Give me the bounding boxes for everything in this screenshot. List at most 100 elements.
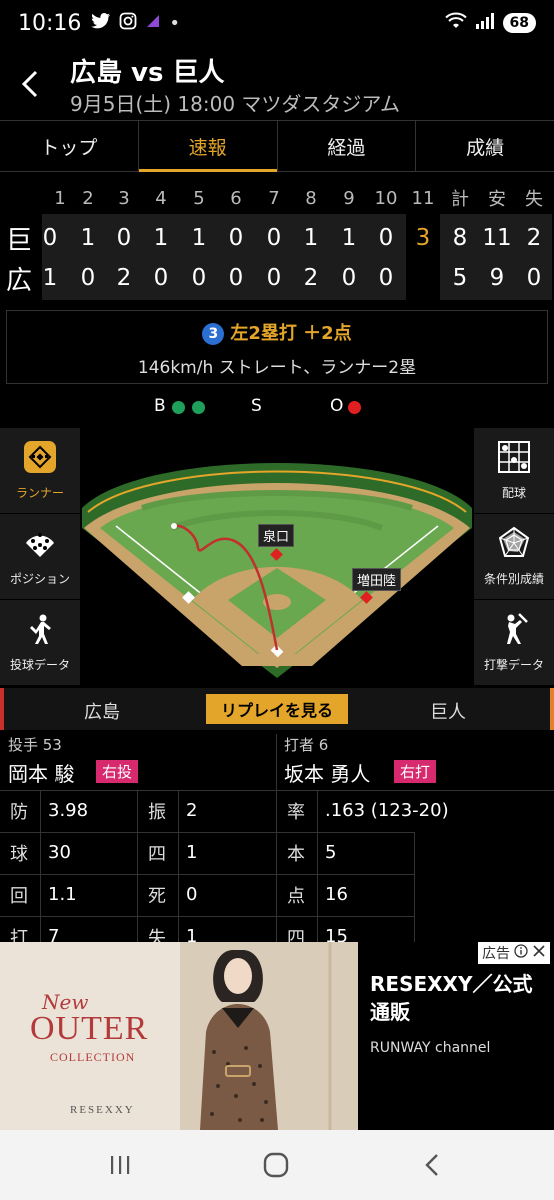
total-hits-header: 安 <box>488 189 506 210</box>
inning-score: 1 <box>341 225 357 251</box>
inning-score: 0 <box>378 265 394 291</box>
play-result: 3 左2塁打 ＋2点 <box>7 319 547 345</box>
radar-chart-icon <box>497 526 531 564</box>
stat-value: .163 (123-20) <box>325 800 449 821</box>
stat-key: 振 <box>148 801 166 823</box>
tab-bar: トップ 速報 経過 成績 <box>0 120 554 172</box>
runner-diamond-icon <box>23 440 57 478</box>
batter-stat-homeruns: 本5 <box>277 832 415 872</box>
runner-view-label: ランナー <box>15 486 64 500</box>
tab-stats[interactable]: 成績 <box>416 121 554 171</box>
stat-key: 四 <box>148 843 166 865</box>
batter-role: 打者 6 <box>284 736 329 754</box>
game-info: 9月5日(土) 18:00 マツダスタジアム <box>70 92 401 116</box>
total-errors: 2 <box>526 225 542 251</box>
batting-data-label: 打撃データ <box>483 658 544 672</box>
batter-order-badge: 3 <box>202 323 225 345</box>
pitch-location-button[interactable]: 配球 <box>474 428 554 514</box>
inning-header: 7 <box>268 187 280 209</box>
position-view-button[interactable]: ポジション <box>0 514 80 600</box>
page-title: 広島 vs 巨人 <box>70 58 225 88</box>
ad-image[interactable]: New OUTER COLLECTION RESEXXY <box>0 942 358 1130</box>
away-team-name[interactable]: 巨人 <box>430 698 466 724</box>
pitch-data-button[interactable]: 投球データ <box>0 600 80 686</box>
back-nav-icon[interactable] <box>412 1148 452 1182</box>
away-team-color <box>550 688 554 730</box>
inning-header: 4 <box>155 187 167 209</box>
pitcher-name[interactable]: 岡本 駿 <box>8 758 74 787</box>
inning-score: 1 <box>153 225 169 251</box>
inning-score: 0 <box>266 225 282 251</box>
tab-live[interactable]: 速報 <box>138 121 278 172</box>
ball-dot <box>172 401 185 414</box>
inning-score: 1 <box>80 225 96 251</box>
inning-score: 0 <box>266 265 282 291</box>
wifi-icon <box>444 12 467 35</box>
recent-apps-icon[interactable] <box>100 1148 140 1182</box>
ball-landing-point <box>171 523 177 529</box>
tab-top[interactable]: トップ <box>0 121 139 171</box>
tab-progress[interactable]: 経過 <box>278 121 417 171</box>
replay-bar: 広島 リプレイを見る 巨人 <box>0 688 554 730</box>
stat-value: 5 <box>325 842 337 863</box>
inning-header: 10 <box>374 187 398 209</box>
grid-line <box>178 790 179 942</box>
ad-info-icon[interactable] <box>514 944 528 962</box>
play-result-box: 3 左2塁打 ＋2点 146km/h ストレート、ランナー2塁 <box>6 310 548 384</box>
back-icon[interactable] <box>14 64 46 104</box>
inning-score: 1 <box>303 225 319 251</box>
stat-value: 1.1 <box>48 884 77 905</box>
split-stats-button[interactable]: 条件別成績 <box>474 514 554 600</box>
inning-score: 0 <box>378 225 394 251</box>
stat-key: 球 <box>10 843 28 865</box>
runner-view-button[interactable]: ランナー <box>0 428 80 514</box>
inning-score-current: 3 <box>415 225 431 251</box>
batter-name[interactable]: 坂本 勇人 <box>284 758 370 787</box>
instagram-icon <box>119 12 137 35</box>
inning-score: 0 <box>191 265 207 291</box>
stat-key: 率 <box>287 801 305 823</box>
game-header: 広島 vs 巨人 9月5日(土) 18:00 マツダスタジアム <box>0 46 554 120</box>
status-bar: 10:16 • 68 <box>0 0 554 46</box>
total-hits: 9 <box>489 265 505 291</box>
pitcher-header: 投手 53 岡本 駿 右投 <box>8 734 274 788</box>
twitter-icon <box>91 12 111 35</box>
home-team-color <box>0 688 4 730</box>
batting-data-button[interactable]: 打撃データ <box>474 600 554 686</box>
home-team-name[interactable]: 広島 <box>84 698 120 724</box>
outs-label: O <box>330 396 344 416</box>
batter-hand-badge: 右打 <box>394 760 437 783</box>
advertisement[interactable]: New OUTER COLLECTION RESEXXY 広告 RESEXXY／… <box>0 942 554 1130</box>
pitcher-role: 投手 53 <box>8 736 62 754</box>
ad-close-icon[interactable] <box>532 944 546 962</box>
stat-value: 16 <box>325 884 348 905</box>
total-hits: 11 <box>482 225 512 251</box>
stat-value: 3.98 <box>48 800 89 821</box>
pitch-data-label: 投球データ <box>9 658 70 672</box>
stat-key: 防 <box>10 801 28 823</box>
dot-icon: • <box>169 12 181 34</box>
pitcher-stat-era: 防 3.98 <box>0 790 138 830</box>
batter-header: 打者 6 坂本 勇人 右打 <box>284 734 550 788</box>
inning-score: 0 <box>42 225 58 251</box>
inning-header: 11 <box>411 187 435 209</box>
balls-label: B <box>154 396 166 416</box>
ad-title[interactable]: RESEXXY／公式通販 <box>370 970 548 1026</box>
home-icon[interactable] <box>256 1148 296 1182</box>
play-result-text: 左2塁打 ＋2点 <box>230 323 352 344</box>
batter-icon <box>497 612 531 650</box>
stat-value: 1 <box>186 842 198 863</box>
baseball-field: 泉口 増田陸 <box>82 428 472 684</box>
inning-score: 0 <box>116 225 132 251</box>
total-runs-header: 計 <box>451 189 469 210</box>
pitch-grid-icon <box>497 440 531 478</box>
stat-key: 回 <box>10 885 28 907</box>
replay-button[interactable]: リプレイを見る <box>206 694 348 724</box>
stat-key: 点 <box>287 885 305 907</box>
app-notification-icon <box>145 13 161 34</box>
runner-label: 増田陸 <box>352 568 402 591</box>
ad-label[interactable]: 広告 <box>478 942 550 964</box>
pitcher-icon <box>23 612 57 650</box>
pitch-location-label: 配球 <box>501 486 526 500</box>
strikes-label: S <box>251 396 262 416</box>
